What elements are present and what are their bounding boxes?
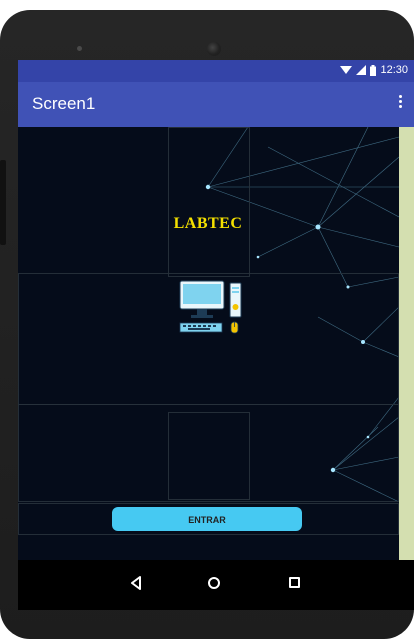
signal-icon [356, 65, 367, 75]
phone-frame: 12:30 Screen1 LABTEC ENTRAR [0, 10, 414, 639]
speaker-dot [77, 46, 82, 51]
back-icon[interactable] [130, 576, 142, 590]
recent-apps-icon[interactable] [289, 577, 300, 588]
app-title: Screen1 [32, 94, 96, 113]
home-icon[interactable] [208, 577, 220, 589]
app-bar: Screen1 [18, 82, 414, 127]
computer-icon [179, 280, 242, 334]
overflow-menu-icon[interactable] [398, 95, 402, 113]
device-screen: 12:30 Screen1 LABTEC ENTRAR [18, 60, 414, 610]
status-time: 12:30 [380, 64, 408, 76]
front-camera [207, 42, 221, 56]
side-button [0, 160, 6, 245]
battery-icon [370, 64, 377, 76]
layout-cell [168, 127, 250, 277]
screen-content: LABTEC ENTRAR [18, 127, 399, 560]
wifi-icon [340, 66, 353, 74]
right-edge-strip [399, 127, 414, 560]
status-bar: 12:30 [18, 60, 414, 82]
enter-button[interactable]: ENTRAR [112, 507, 302, 531]
status-icons: 12:30 [340, 64, 408, 76]
layout-cell [168, 412, 250, 500]
navigation-bar [18, 560, 414, 610]
labtec-heading: LABTEC [173, 215, 243, 232]
